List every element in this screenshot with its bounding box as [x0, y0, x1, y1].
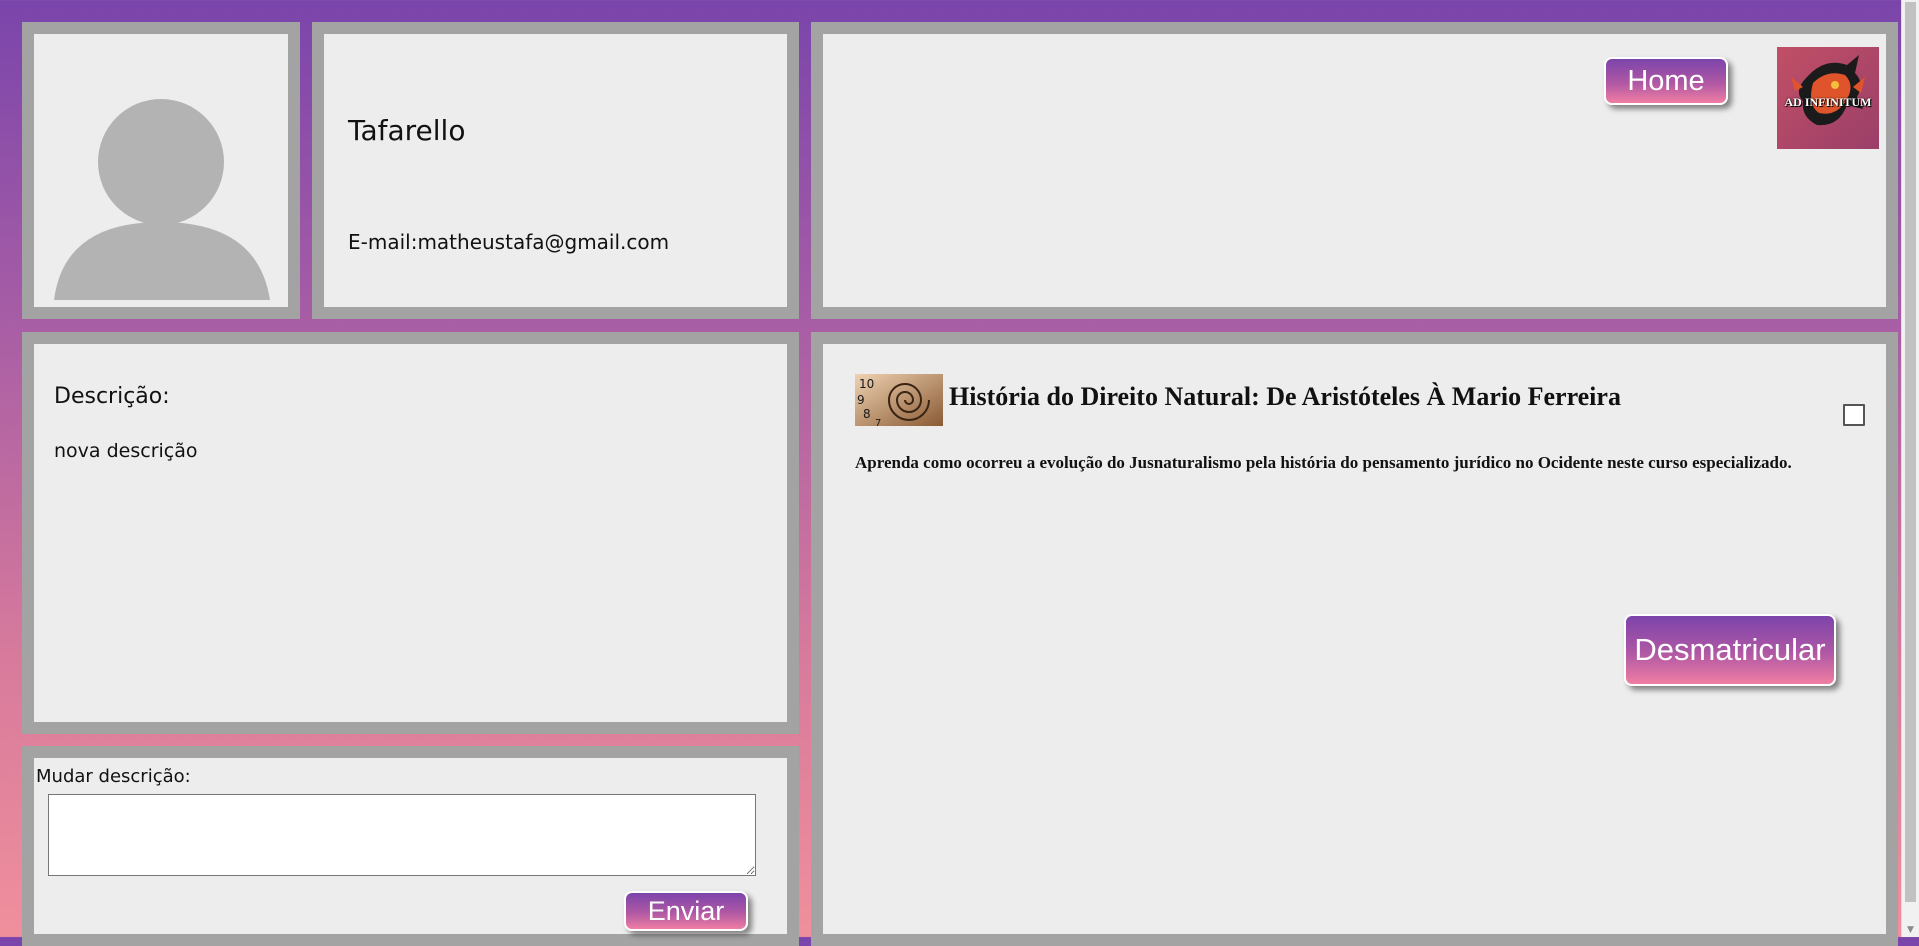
user-name: Tafarello	[348, 114, 466, 147]
submit-description-button[interactable]: Enviar	[624, 891, 748, 931]
site-logo[interactable]: AD INFINITUM	[1777, 47, 1879, 149]
header-panel: Home AD INFINITUM	[811, 22, 1898, 319]
description-textarea[interactable]	[48, 794, 756, 876]
user-email: E-mail:matheustafa@gmail.com	[348, 230, 670, 254]
course-panel: 10 9 8 7 História do Direito Natural: De…	[811, 332, 1898, 946]
scroll-down-arrow-icon[interactable]: ▼	[1902, 923, 1919, 937]
svg-text:10: 10	[859, 377, 874, 391]
change-description-panel: Mudar descrição: Enviar	[22, 746, 799, 946]
scrollbar-thumb[interactable]	[1905, 2, 1916, 902]
svg-text:8: 8	[863, 407, 871, 421]
avatar-icon	[54, 99, 270, 300]
user-info-panel: Tafarello E-mail:matheustafa@gmail.com	[312, 22, 799, 319]
course-thumbnail: 10 9 8 7	[855, 374, 943, 426]
description-title: Descrição:	[54, 384, 170, 409]
description-panel: Descrição: nova descrição	[22, 332, 799, 734]
svg-text:9: 9	[857, 393, 865, 407]
svg-text:7: 7	[875, 418, 881, 426]
course-title[interactable]: História do Direito Natural: De Aristóte…	[949, 382, 1621, 412]
change-description-label: Mudar descrição:	[36, 766, 191, 787]
description-text: nova descrição	[54, 440, 198, 462]
course-description: Aprenda como ocorreu a evolução do Jusna…	[855, 453, 1792, 472]
page-scrollbar[interactable]: ▼	[1901, 0, 1919, 937]
avatar-panel	[22, 22, 300, 319]
unenroll-button[interactable]: Desmatricular	[1624, 614, 1836, 686]
logo-text: AD INFINITUM	[1784, 95, 1872, 109]
course-checkbox[interactable]	[1843, 404, 1865, 426]
home-button[interactable]: Home	[1604, 57, 1728, 105]
